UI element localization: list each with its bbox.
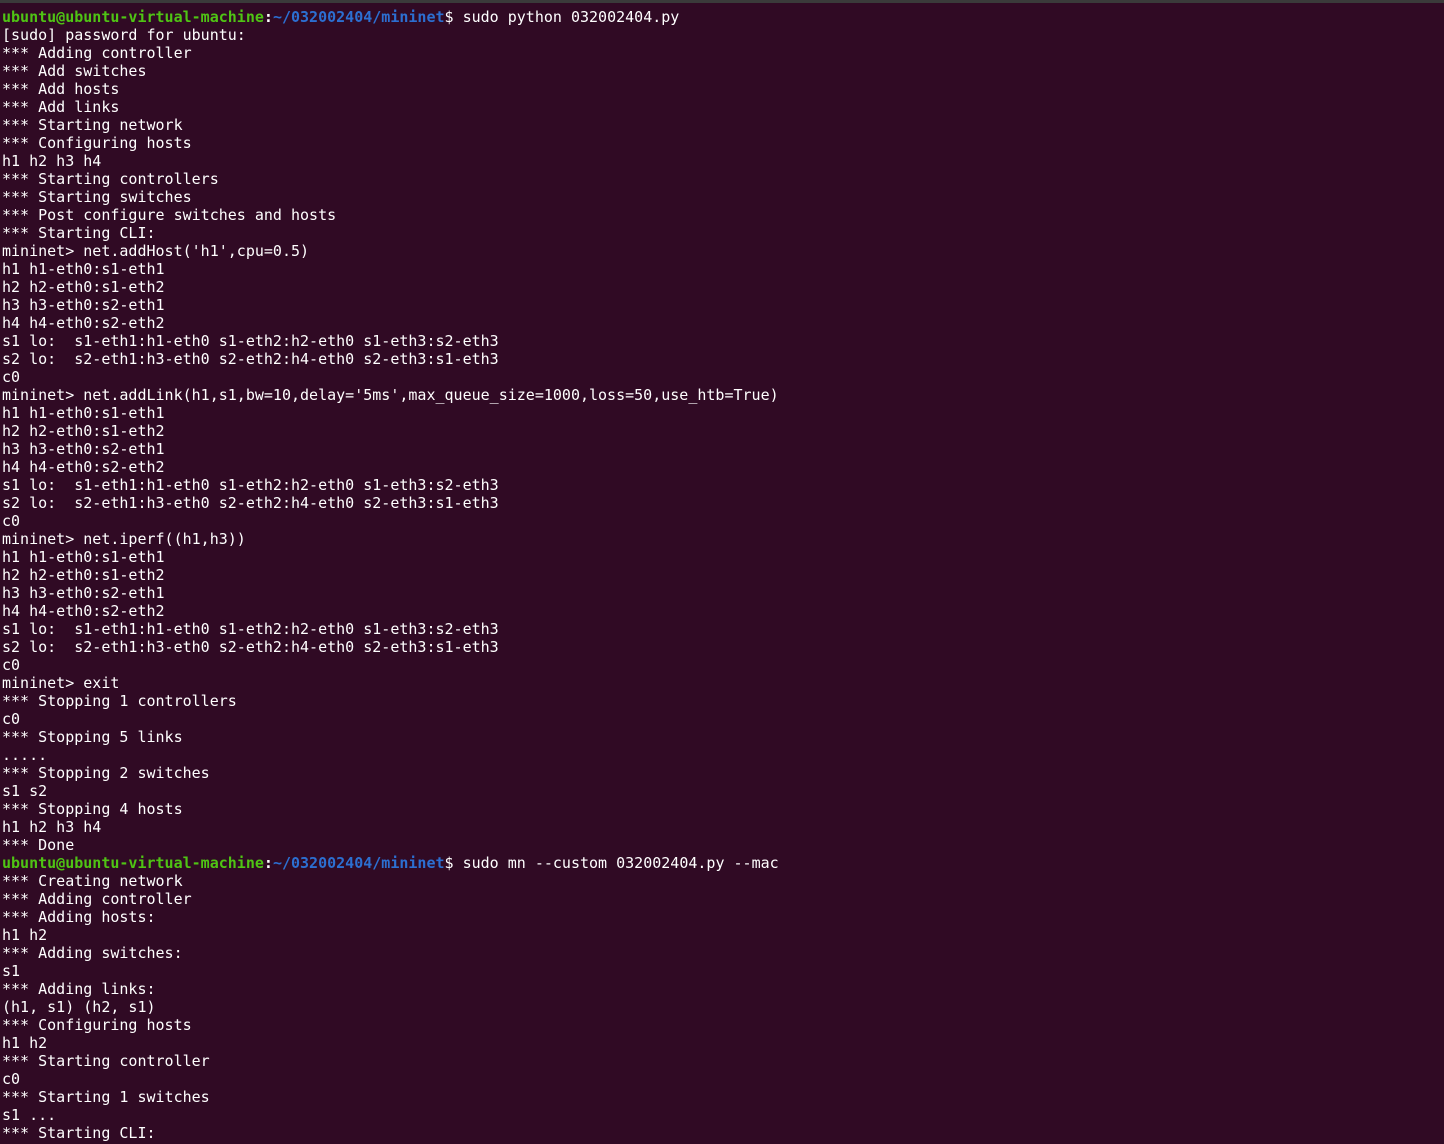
output-line: c0 — [2, 512, 21, 530]
output-line: s1 lo: s1-eth1:h1-eth0 s1-eth2:h2-eth0 s… — [2, 476, 499, 494]
output-line: s1 — [2, 962, 21, 980]
prompt-line: ubuntu@ubuntu-virtual-machine:~/03200240… — [2, 854, 1444, 872]
prompt-path: ~/032002404/mininet — [272, 8, 445, 26]
output-line: *** Stopping 2 switches — [2, 764, 210, 782]
output-line: s1 lo: s1-eth1:h1-eth0 s1-eth2:h2-eth0 s… — [2, 620, 499, 638]
output-line: s1 ... — [2, 1106, 57, 1124]
output-line: h2 h2-eth0:s1-eth2 — [2, 278, 165, 296]
output-line: h3 h3-eth0:s2-eth1 — [2, 440, 165, 458]
output-line: *** Adding links: — [2, 980, 156, 998]
output-line: mininet> exit — [2, 674, 120, 692]
command-text: sudo mn --custom 032002404.py --mac — [462, 854, 779, 872]
prompt-dollar: $ — [444, 8, 463, 26]
output-line: *** Starting switches — [2, 188, 192, 206]
prompt-colon: : — [263, 854, 273, 872]
output-line: h3 h3-eth0:s2-eth1 — [2, 296, 165, 314]
output-line: s2 lo: s2-eth1:h3-eth0 s2-eth2:h4-eth0 s… — [2, 494, 499, 512]
output-line: h1 h2 — [2, 926, 48, 944]
output-line: *** Configuring hosts — [2, 134, 192, 152]
output-line: *** Adding controller — [2, 890, 192, 908]
output-line: *** Stopping 1 controllers — [2, 692, 237, 710]
output-line: h4 h4-eth0:s2-eth2 — [2, 602, 165, 620]
terminal-window[interactable]: ubuntu@ubuntu-virtual-machine:~/03200240… — [0, 0, 1444, 1144]
output-line: *** Starting controllers — [2, 170, 219, 188]
output-line: (h1, s1) (h2, s1) — [2, 998, 156, 1016]
output-line: *** Starting CLI: — [2, 224, 156, 242]
output-line: mininet> net.iperf((h1,h3)) — [2, 530, 246, 548]
output-line: *** Creating network — [2, 872, 183, 890]
output-line: h2 h2-eth0:s1-eth2 — [2, 566, 165, 584]
output-line: s1 lo: s1-eth1:h1-eth0 s1-eth2:h2-eth0 s… — [2, 332, 499, 350]
prompt-line: ubuntu@ubuntu-virtual-machine:~/03200240… — [2, 8, 1444, 26]
output-line: *** Add links — [2, 98, 120, 116]
output-line: c0 — [2, 710, 21, 728]
output-line: [sudo] password for ubuntu: — [2, 26, 246, 44]
prompt-dollar: $ — [444, 854, 463, 872]
output-line: *** Done — [2, 836, 75, 854]
output-line: c0 — [2, 656, 21, 674]
output-line: h4 h4-eth0:s2-eth2 — [2, 458, 165, 476]
prompt-user-host: ubuntu@ubuntu-virtual-machine — [2, 8, 264, 26]
prompt-colon: : — [263, 8, 273, 26]
output-line: *** Starting network — [2, 116, 183, 134]
output-line: h1 h1-eth0:s1-eth1 — [2, 260, 165, 278]
terminal-output: ubuntu@ubuntu-virtual-machine:~/03200240… — [2, 8, 1444, 1142]
output-line: *** Add switches — [2, 62, 147, 80]
output-line: *** Stopping 5 links — [2, 728, 183, 746]
output-line: h1 h2 — [2, 1034, 48, 1052]
output-line: s1 s2 — [2, 782, 48, 800]
output-line: *** Add hosts — [2, 80, 120, 98]
output-line: h1 h1-eth0:s1-eth1 — [2, 548, 165, 566]
output-line: mininet> net.addHost('h1',cpu=0.5) — [2, 242, 310, 260]
output-line: c0 — [2, 1070, 21, 1088]
output-line: *** Adding controller — [2, 44, 192, 62]
output-line: mininet> net.addLink(h1,s1,bw=10,delay='… — [2, 386, 779, 404]
output-line: h3 h3-eth0:s2-eth1 — [2, 584, 165, 602]
output-line: *** Starting CLI: — [2, 1124, 156, 1142]
output-line: h2 h2-eth0:s1-eth2 — [2, 422, 165, 440]
output-line: s2 lo: s2-eth1:h3-eth0 s2-eth2:h4-eth0 s… — [2, 350, 499, 368]
output-line: *** Adding switches: — [2, 944, 183, 962]
output-line: h1 h2 h3 h4 — [2, 818, 102, 836]
prompt-path: ~/032002404/mininet — [272, 854, 445, 872]
output-line: h1 h2 h3 h4 — [2, 152, 102, 170]
output-line: *** Starting controller — [2, 1052, 210, 1070]
output-line: h4 h4-eth0:s2-eth2 — [2, 314, 165, 332]
output-line: *** Configuring hosts — [2, 1016, 192, 1034]
output-line: *** Post configure switches and hosts — [2, 206, 337, 224]
output-line: s2 lo: s2-eth1:h3-eth0 s2-eth2:h4-eth0 s… — [2, 638, 499, 656]
output-line: *** Stopping 4 hosts — [2, 800, 183, 818]
output-line: h1 h1-eth0:s1-eth1 — [2, 404, 165, 422]
output-line: c0 — [2, 368, 21, 386]
command-text: sudo python 032002404.py — [462, 8, 680, 26]
prompt-user-host: ubuntu@ubuntu-virtual-machine — [2, 854, 264, 872]
output-line: ..... — [2, 746, 48, 764]
output-line: *** Adding hosts: — [2, 908, 156, 926]
output-line: *** Starting 1 switches — [2, 1088, 210, 1106]
